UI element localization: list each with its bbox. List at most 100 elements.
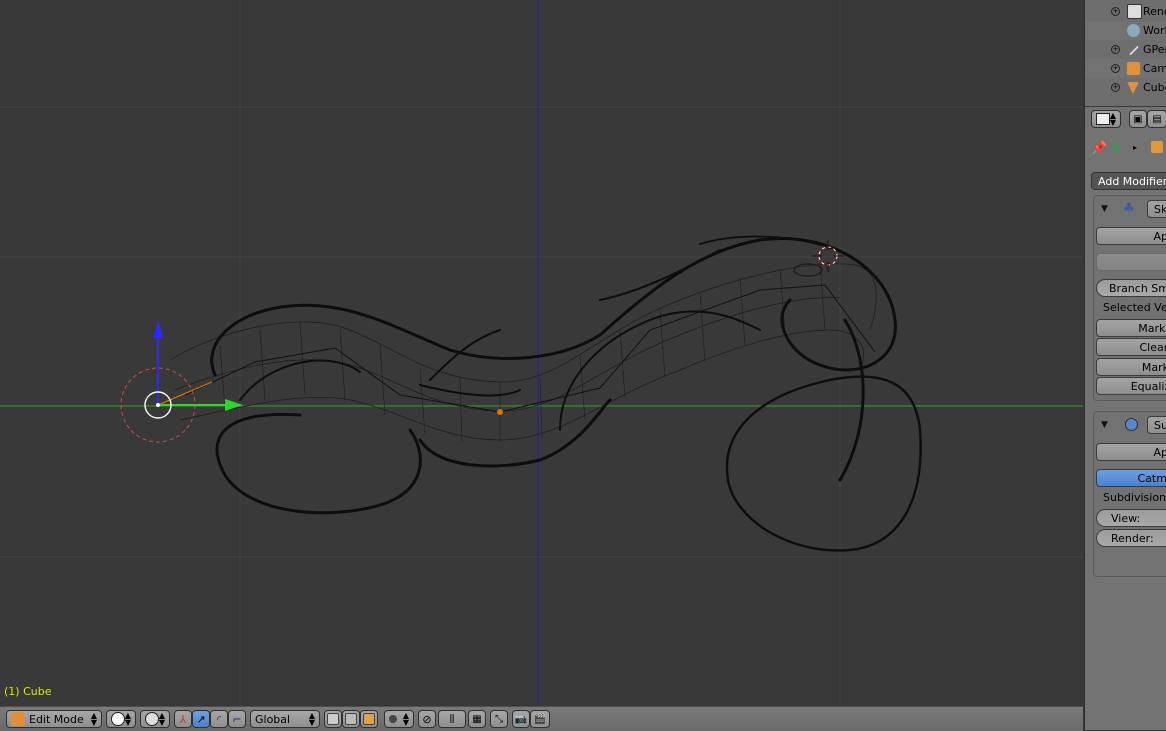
render-button[interactable]: 📷: [512, 710, 530, 728]
updown-arrows-icon: ▲ ▼: [402, 711, 409, 727]
grease-pencil-icon: [1126, 43, 1140, 56]
updown-arrows-icon: ▲ ▼: [308, 711, 315, 727]
proportional-dropdown[interactable]: ▲ ▼: [384, 710, 414, 728]
skin-skeleton: [184, 284, 876, 413]
3d-view-header: Edit Mode ▲ ▼ ▲ ▼ ▲ ▼ ⅄ ↗ ◜ ⌐ Global ▲ ▼ ▲ ▼ …: [0, 706, 1083, 731]
outliner-label: Cube: [1143, 81, 1166, 94]
subsurf-modifier-name-field[interactable]: Su: [1147, 416, 1166, 434]
expand-icon[interactable]: +: [1111, 64, 1120, 73]
selected-vertices-label: Selected Ver: [1103, 301, 1166, 314]
expand-icon[interactable]: +: [1111, 7, 1120, 16]
snap-button[interactable]: ⤡: [490, 710, 508, 728]
expand-icon[interactable]: +: [1111, 45, 1120, 54]
manipulator-icon: ⅄: [179, 712, 187, 726]
view-subdivisions-field[interactable]: View:: [1096, 509, 1166, 527]
properties-editor-icon: [1096, 113, 1110, 125]
expand-icon[interactable]: +: [1111, 83, 1120, 92]
outliner: + Renc Worl + GPer + Cam + Cube: [1084, 0, 1166, 106]
skin-modifier-name-field[interactable]: Sk: [1147, 200, 1166, 218]
render-layers-icon: ▤: [1152, 113, 1162, 125]
properties-header: ▲ ▼ ▣ ▤: [1084, 106, 1166, 132]
outliner-label: Renc: [1143, 5, 1166, 18]
add-modifier-button[interactable]: Add Modifier: [1091, 172, 1166, 190]
render-subdivisions-field[interactable]: Render:: [1096, 529, 1166, 547]
catmull-clark-button[interactable]: Catmul: [1096, 469, 1166, 487]
outliner-item-camera[interactable]: + Cam: [1085, 59, 1166, 78]
outliner-item-gpencil[interactable]: + GPer: [1085, 40, 1166, 59]
create-armature-button: Create A: [1096, 253, 1166, 271]
selected-vertex[interactable]: [497, 409, 503, 415]
equalize-radii-button[interactable]: Equalize: [1096, 377, 1166, 395]
outliner-label: GPer: [1143, 43, 1166, 56]
editor-type-dropdown[interactable]: ▲ ▼: [1091, 110, 1121, 128]
subsurf-apply-button[interactable]: App: [1096, 443, 1166, 461]
render-anim-icon: 🎬: [533, 713, 547, 725]
skin-modifier-icon: ♣: [1123, 201, 1135, 216]
3d-viewport[interactable]: (1) Cube: [0, 0, 1083, 706]
snap-icon: ⤡: [495, 713, 503, 725]
translate-icon: ↗: [196, 712, 206, 726]
world-icon: [1127, 24, 1140, 37]
subdivisions-label: Subdivisions:: [1103, 491, 1166, 504]
snap-element-dropdown[interactable]: ⫼: [438, 710, 466, 728]
face-select-button[interactable]: [360, 710, 378, 728]
pivot-dropdown[interactable]: ▲ ▼: [140, 710, 170, 728]
properties-panel: 📌 ⚙ ▸ Add Modifier ▼ ♣ Sk App Create A B…: [1084, 131, 1166, 730]
mesh-icon: [1127, 81, 1139, 94]
collapse-arrow-icon[interactable]: ▼: [1101, 420, 1108, 430]
updown-arrows-icon: ▲ ▼: [158, 711, 165, 727]
manipulator-toggle[interactable]: ⅄: [174, 710, 192, 728]
scale-icon: ⌐: [232, 712, 242, 726]
object-info-label: (1) Cube: [4, 685, 52, 698]
scale-button[interactable]: ⌐: [228, 710, 246, 728]
camera-icon: [1127, 62, 1140, 75]
clear-loose-button[interactable]: Clear I: [1096, 338, 1166, 356]
orientation-dropdown[interactable]: Global ▲ ▼: [250, 710, 320, 728]
translate-button[interactable]: ↗: [192, 710, 210, 728]
subsurf-modifier-icon: [1125, 418, 1138, 431]
mark-root-button[interactable]: Mark: [1096, 358, 1166, 376]
proportional-icon: [389, 715, 397, 723]
updown-arrows-icon: ▲ ▼: [124, 711, 131, 727]
vertex-select-icon: [327, 713, 339, 725]
collapse-arrow-icon[interactable]: ▼: [1101, 204, 1108, 214]
render-layers-tab[interactable]: ▤: [1147, 110, 1166, 128]
breadcrumb-arrow-icon: ▸: [1133, 143, 1138, 152]
branch-smoothing-field[interactable]: Branch Smo: [1096, 279, 1166, 297]
edge-select-button[interactable]: [342, 710, 360, 728]
mark-loose-button[interactable]: Mark L: [1096, 319, 1166, 337]
rotate-button[interactable]: ◜: [210, 710, 228, 728]
scene-icon: ⚙: [1111, 141, 1122, 155]
outliner-item-render[interactable]: + Renc: [1085, 2, 1166, 21]
outliner-label: Worl: [1143, 24, 1166, 37]
skin-apply-button[interactable]: App: [1096, 227, 1166, 245]
rotate-icon: ◜: [216, 712, 222, 726]
face-select-icon: [363, 713, 375, 725]
object-icon: [1151, 141, 1163, 153]
edge-select-icon: [345, 713, 357, 725]
render-anim-button[interactable]: 🎬: [530, 710, 550, 728]
render-tab[interactable]: ▣: [1129, 110, 1147, 128]
camera-icon: ▣: [1133, 113, 1143, 125]
viewport-shading-dropdown[interactable]: ▲ ▼: [106, 710, 136, 728]
render-layers-icon: [1127, 4, 1142, 19]
updown-arrows-icon: ▲ ▼: [1109, 111, 1116, 127]
mode-selector[interactable]: Edit Mode ▲ ▼: [6, 710, 102, 728]
edit-mode-icon: [11, 712, 25, 726]
viewport-shading-icon: [111, 712, 125, 726]
snap-target-button[interactable]: ▦: [468, 710, 486, 728]
snap-element-icon: ⫼: [449, 713, 455, 725]
orientation-label: Global: [255, 712, 291, 726]
updown-arrows-icon: ▲ ▼: [90, 711, 97, 727]
transform-manipulator[interactable]: [120, 320, 243, 443]
pivot-icon: [145, 712, 159, 726]
occlude-button[interactable]: ⊘: [418, 710, 436, 728]
viewport-canvas[interactable]: [0, 0, 1083, 706]
mode-label: Edit Mode: [29, 712, 84, 726]
snap-target-icon: ▦: [472, 713, 482, 725]
outliner-item-cube[interactable]: + Cube: [1085, 78, 1166, 97]
vertex-select-button[interactable]: [324, 710, 342, 728]
outliner-item-world[interactable]: Worl: [1085, 21, 1166, 40]
outliner-label: Cam: [1143, 62, 1166, 75]
pin-icon[interactable]: 📌: [1091, 141, 1107, 156]
